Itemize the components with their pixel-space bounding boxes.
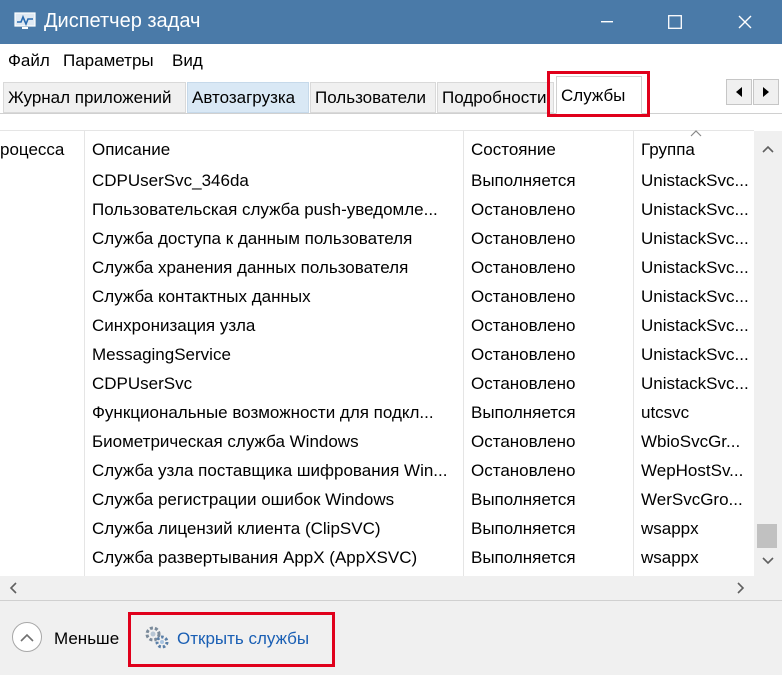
tab-details[interactable]: Подробности — [437, 82, 554, 113]
cell-description: Служба лицензий клиента (ClipSVC) — [92, 519, 381, 538]
close-icon — [738, 15, 752, 29]
minimize-icon — [601, 21, 613, 23]
chevron-up-icon — [20, 633, 34, 642]
cell-description: Служба хранения данных пользователя — [92, 258, 409, 277]
header-border — [0, 130, 754, 131]
cell-state: Остановлено — [471, 374, 576, 393]
vertical-scrollbar[interactable] — [754, 131, 782, 576]
sort-ascending-icon — [690, 130, 702, 137]
cell-group: UnistackSvc... — [641, 345, 749, 364]
cell-group: wsappx — [641, 519, 699, 538]
fewer-details-label[interactable]: Меньше — [54, 629, 119, 649]
menu-view[interactable]: Вид — [172, 51, 203, 71]
scrollbar-corner — [754, 576, 782, 600]
tab-services[interactable]: Службы — [556, 76, 642, 114]
services-gears-icon[interactable] — [144, 624, 170, 650]
column-header-group[interactable]: Группа — [641, 140, 695, 160]
cell-description: Служба доступа к данным пользователя — [92, 229, 413, 248]
cell-state: Выполняется — [471, 519, 576, 538]
fewer-details-button[interactable] — [12, 622, 42, 652]
cell-state: Остановлено — [471, 287, 576, 306]
cell-state: Выполняется — [471, 171, 576, 190]
cell-group: UnistackSvc... — [641, 258, 749, 277]
cell-group: UnistackSvc... — [641, 374, 749, 393]
column-separator[interactable] — [463, 131, 464, 576]
chevron-down-icon — [762, 557, 774, 565]
cell-group: utcsvc — [641, 403, 690, 422]
cell-group: UnistackSvc... — [641, 316, 749, 335]
cell-state: Выполняется — [471, 403, 576, 422]
column-separator[interactable] — [633, 131, 634, 576]
column-header-process[interactable]: роцесса — [0, 140, 64, 160]
close-button[interactable] — [722, 0, 768, 44]
horizontal-scrollbar[interactable] — [0, 576, 754, 600]
menu-bar: Файл Параметры Вид — [0, 44, 782, 74]
cell-group: WerSvcGro... — [641, 490, 743, 509]
scroll-left-button[interactable] — [6, 579, 20, 597]
cell-state: Остановлено — [471, 200, 576, 219]
cell-state: Выполняется — [471, 548, 576, 567]
cell-group: UnistackSvc... — [641, 229, 749, 248]
column-header-state[interactable]: Состояние — [471, 140, 556, 160]
cell-description: Синхронизация узла — [92, 316, 256, 335]
tabs-scroll-right-button[interactable] — [753, 79, 779, 105]
column-separator[interactable] — [84, 131, 85, 576]
cell-description: Пользовательская служба push-уведомле... — [92, 200, 438, 219]
cell-description: Биометрическая служба Windows — [92, 432, 359, 451]
cell-state: Остановлено — [471, 345, 576, 364]
cell-group: UnistackSvc... — [641, 200, 749, 219]
chevron-right-icon — [737, 582, 745, 594]
chevron-up-icon — [762, 145, 774, 153]
cell-description: Служба узла поставщика шифрования Win... — [92, 461, 448, 480]
cell-description: Служба регистрации ошибок Windows — [92, 490, 395, 509]
cell-group: WbioSvcGr... — [641, 432, 741, 451]
window-title: Диспетчер задач — [44, 10, 201, 32]
triangle-right-icon — [763, 87, 769, 97]
cell-state: Остановлено — [471, 432, 576, 451]
cell-group: WepHostSv... — [641, 461, 744, 480]
menu-options[interactable]: Параметры — [63, 51, 154, 71]
title-bar: Диспетчер задач — [0, 0, 782, 44]
minimize-button[interactable] — [584, 0, 630, 44]
cell-state: Выполняется — [471, 490, 576, 509]
triangle-left-icon — [736, 87, 742, 97]
cell-description: Служба контактных данных — [92, 287, 311, 306]
scroll-up-button[interactable] — [758, 140, 778, 158]
chevron-left-icon — [9, 582, 17, 594]
cell-description: CDPUserSvc_346da — [92, 171, 249, 190]
open-services-link[interactable]: Открыть службы — [177, 629, 309, 649]
task-manager-icon — [14, 12, 36, 29]
vertical-scroll-thumb[interactable] — [757, 524, 777, 548]
cell-description: MessagingService — [92, 345, 231, 364]
cell-group: UnistackSvc... — [641, 171, 749, 190]
tab-startup[interactable]: Автозагрузка — [187, 82, 309, 113]
tabs-scroll-left-button[interactable] — [726, 79, 752, 105]
scroll-right-button[interactable] — [734, 579, 748, 597]
menu-file[interactable]: Файл — [8, 51, 50, 71]
cell-state: Остановлено — [471, 461, 576, 480]
tab-app-history[interactable]: Журнал приложений — [3, 82, 186, 113]
cell-state: Остановлено — [471, 229, 576, 248]
column-header-description[interactable]: Описание — [92, 140, 170, 160]
tab-users[interactable]: Пользователи — [310, 82, 436, 113]
cell-group: UnistackSvc... — [641, 287, 749, 306]
scroll-down-button[interactable] — [758, 552, 778, 570]
cell-description: CDPUserSvc — [92, 374, 193, 393]
cell-state: Остановлено — [471, 316, 576, 335]
cell-group: wsappx — [641, 548, 699, 567]
cell-description: Функциональные возможности для подкл... — [92, 403, 434, 422]
cell-state: Остановлено — [471, 258, 576, 277]
maximize-button[interactable] — [652, 0, 698, 44]
cell-description: Служба развертывания AppX (AppXSVC) — [92, 548, 418, 567]
maximize-icon — [668, 15, 682, 29]
